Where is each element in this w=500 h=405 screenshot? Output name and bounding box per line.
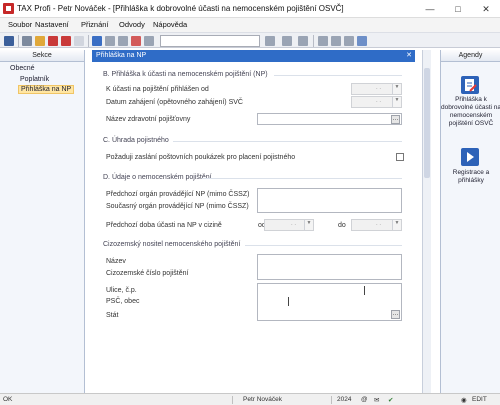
sections-panel: Sekce Obecné Poplatník Přihláška na NP <box>0 50 85 393</box>
insurance-org-field[interactable] <box>257 188 402 213</box>
at-icon: @ <box>361 396 368 403</box>
menu-soubor[interactable]: Soubor <box>8 20 32 29</box>
paste-icon[interactable] <box>118 36 128 46</box>
start-date-field[interactable]: . . ▼ <box>351 96 402 108</box>
delete-icon[interactable] <box>131 36 141 46</box>
menu-odvody[interactable]: Odvody <box>119 20 145 29</box>
mail-icon: ✉ <box>374 397 380 404</box>
main-header-title: Přihláška na NP <box>96 52 147 59</box>
list-icon[interactable] <box>318 36 328 46</box>
status-bar: OK Petr Nováček 2024 @ ✉ ✔ ◉ EDIT <box>0 393 500 405</box>
foreign-address-field[interactable]: … <box>257 283 402 321</box>
label-prev-org: Předchozí orgán provádějící NP (mimo ČSS… <box>106 191 250 198</box>
filter-icon[interactable] <box>265 36 275 46</box>
label-postal-order: Požaduji zaslání poštovních poukázek pro… <box>106 154 296 161</box>
check-icon: ✔ <box>388 397 394 404</box>
close-tab-icon[interactable]: ✕ <box>406 50 412 62</box>
save-icon[interactable] <box>92 36 102 46</box>
agenda-item-prihlaska[interactable]: Přihláška k dobrovolné účasti na nemocen… <box>441 96 500 128</box>
scrollbar-thumb[interactable] <box>424 68 430 178</box>
agenda-panel: Agendy Přihláška k dobrovolné účasti na … <box>440 50 500 393</box>
main-header: Přihláška na NP ✕ <box>92 50 415 62</box>
vertical-scrollbar[interactable] <box>422 50 431 393</box>
panel-toggle-icon[interactable] <box>4 36 14 46</box>
pdf-icon[interactable] <box>48 36 58 46</box>
minimize-button[interactable]: — <box>416 0 444 18</box>
close-window-button[interactable]: ✕ <box>472 0 500 18</box>
status-mode: EDIT <box>472 396 487 403</box>
label-street: Ulice, č.p. <box>106 287 137 294</box>
label-curr-org: Současný orgán provádějící NP (mimo ČSSZ… <box>106 203 249 210</box>
open-folder-icon[interactable] <box>35 36 45 46</box>
label-health-insurer: Název zdravotní pojišťovny <box>106 116 191 123</box>
copy-icon[interactable] <box>105 36 115 46</box>
tree-root-obecne[interactable]: Obecné <box>10 65 35 72</box>
section-b-title: B. Přihláška k účasti na nemocenském poj… <box>103 71 268 78</box>
form-icon[interactable] <box>344 36 354 46</box>
document-icon[interactable] <box>74 36 84 46</box>
check-icon[interactable] <box>357 36 367 46</box>
label-to: do <box>338 222 346 229</box>
toolbar-combo[interactable] <box>160 35 260 47</box>
menu-bar: Soubor Nastavení Přiznání Odvody Nápověd… <box>0 18 500 32</box>
print-icon[interactable] <box>22 36 32 46</box>
agenda-item-registrace[interactable]: Registrace a přihlášky <box>441 169 500 185</box>
agenda-header: Agendy <box>441 50 500 62</box>
label-zip-city: PSČ, obec <box>106 298 140 305</box>
chevron-down-icon[interactable]: ▼ <box>304 220 313 230</box>
menu-priznani[interactable]: Přiznání <box>81 20 109 29</box>
sections-header: Sekce <box>0 50 84 62</box>
foreign-insurer-field[interactable] <box>257 254 402 280</box>
health-insurer-field[interactable]: … <box>257 113 402 125</box>
section-d-title: D. Údaje o nemocenském pojištění <box>103 174 212 181</box>
arrow-right-icon[interactable] <box>461 148 479 166</box>
label-foreign-number: Cizozemské číslo pojištění <box>106 270 189 277</box>
window-title-bar[interactable]: TAX Profi - Petr Nováček - [Přihláška k … <box>0 0 500 18</box>
status-indicator-icon: ◉ <box>461 397 467 404</box>
label-state: Stát <box>106 312 119 319</box>
section-foreign-title: Cizozemský nositel nemocenského pojištěn… <box>103 241 241 248</box>
insurance-date-field[interactable]: . . ▼ <box>351 83 402 95</box>
label-foreign-name: Název <box>106 258 126 265</box>
pdf-export-icon[interactable] <box>61 36 71 46</box>
ellipsis-button[interactable]: … <box>391 115 400 124</box>
document-pen-icon[interactable] <box>461 76 479 94</box>
label-start-date: Datum zahájení (opětovného zahájení) SVČ <box>106 99 243 106</box>
postal-order-checkbox[interactable] <box>396 153 404 161</box>
menu-napoveda[interactable]: Nápověda <box>153 20 187 29</box>
status-ok: OK <box>3 396 13 403</box>
move-icon[interactable] <box>298 36 308 46</box>
status-year: 2024 <box>337 396 352 403</box>
label-prev-period: Předchozí doba účasti na NP v cizině <box>106 222 222 229</box>
label-insurance-date: K účasti na pojištění přihlášen od <box>106 86 209 93</box>
period-from-field[interactable]: . . ▼ <box>264 219 314 231</box>
main-form: Přihláška na NP ✕ B. Přihláška k účasti … <box>92 50 415 393</box>
menu-nastaveni[interactable]: Nastavení <box>35 20 69 29</box>
chevron-down-icon[interactable]: ▼ <box>392 220 401 230</box>
window-title: TAX Profi - Petr Nováček - [Přihláška k … <box>17 4 344 13</box>
folder-icon[interactable] <box>282 36 292 46</box>
table-icon[interactable] <box>331 36 341 46</box>
app-icon <box>3 3 14 14</box>
ellipsis-button[interactable]: … <box>391 310 400 319</box>
section-c-title: C. Úhrada pojistného <box>103 137 169 144</box>
maximize-button[interactable]: □ <box>444 0 472 18</box>
clipboard-icon[interactable] <box>144 36 154 46</box>
chevron-down-icon[interactable]: ▼ <box>392 84 401 94</box>
tree-item-poplatnik[interactable]: Poplatník <box>20 76 49 83</box>
period-to-field[interactable]: . . ▼ <box>351 219 402 231</box>
status-user: Petr Nováček <box>243 396 283 403</box>
tree-item-prihlaska-np[interactable]: Přihláška na NP <box>18 85 75 94</box>
toolbar <box>0 32 500 48</box>
chevron-down-icon[interactable]: ▼ <box>392 97 401 107</box>
